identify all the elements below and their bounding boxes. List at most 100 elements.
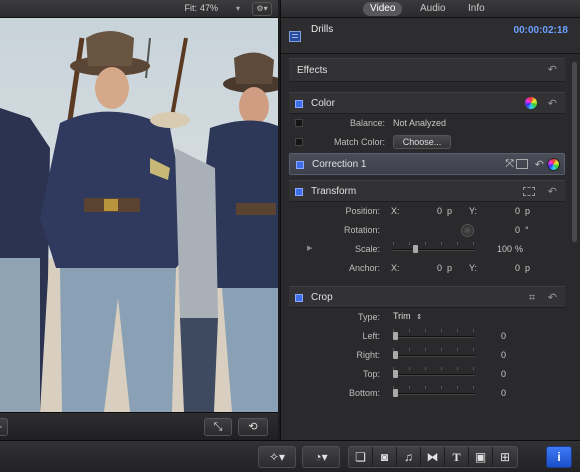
crop-bottom-ticks [393,386,475,389]
anchor-label: Anchor: [348,263,380,273]
crop-top-label: Top: [362,369,380,379]
fit-chevron-icon[interactable]: ▾ [236,4,240,13]
tab-video[interactable]: Video [363,2,403,16]
crop-top-ticks [393,367,475,370]
transform-onscreen-icon[interactable] [523,187,535,196]
magic-wand-icon[interactable]: ✧▾ [258,446,296,468]
disclosure-triangle-icon[interactable]: ▶ [307,244,312,252]
titles-icon[interactable]: T [445,447,469,467]
color-enable-checkbox[interactable] [295,100,303,108]
crop-enable-checkbox[interactable] [295,294,303,302]
balance-value: Not Analyzed [393,118,447,128]
color-label: Color [311,98,335,109]
reset-icon[interactable]: ↶ [548,291,557,304]
crop-bottom-thumb[interactable] [393,389,398,397]
video-image [0,18,278,412]
rotation-unit: ° [525,225,529,235]
crop-bottom-value[interactable]: 0 [501,388,506,398]
crop-left-row: Left: 0 [289,327,565,346]
position-x-label: X: [391,206,400,216]
browser-icon[interactable]: ❏ [349,447,373,467]
crop-left-value[interactable]: 0 [501,331,506,341]
transform-label: Transform [311,186,357,197]
effects-label: Effects [297,65,328,76]
position-row: Position: X: 0 p Y: 0 p [289,202,565,221]
crop-right-thumb[interactable] [393,351,398,359]
crop-top-thumb[interactable] [393,370,398,378]
scale-label: Scale: [354,244,380,254]
scale-slider[interactable] [393,245,475,253]
loop-playback-icon[interactable]: ⟲ [238,418,268,436]
position-y-label: Y: [469,206,478,216]
position-x-value[interactable]: 0 [437,206,442,216]
tab-audio[interactable]: Audio [413,2,453,16]
crop-left-slider[interactable] [393,332,475,340]
crop-top-slider[interactable] [393,370,475,378]
clip-name: Drills [311,24,334,35]
rotation-label: Rotation: [343,225,380,235]
anchor-row: Anchor: X: 0 p Y: 0 p [289,259,565,278]
scale-ticks [393,242,475,245]
position-y-value[interactable]: 0 [515,206,520,216]
rotation-value[interactable]: 0 [515,225,520,235]
retime-icon[interactable]: ◔▾ [302,446,340,468]
effects-section-header[interactable]: Effects ↶ [289,58,565,82]
anchor-x-value[interactable]: 0 [437,263,442,273]
transform-section-header[interactable]: Transform ↶ [289,180,565,202]
reset-icon[interactable]: ↶ [535,158,544,171]
fit-zoom-menu[interactable]: Fit: 47% [181,3,218,13]
tab-info[interactable]: Info [461,2,492,16]
match-color-checkbox[interactable] [295,138,303,146]
viewer-left-edge-button[interactable]: · [0,418,8,436]
crop-right-value[interactable]: 0 [501,350,506,360]
fit-value: 47% [199,3,218,13]
color-section-header[interactable]: Color ↶ [289,92,565,114]
reset-icon[interactable]: ↶ [548,97,557,110]
crop-right-slider[interactable] [393,351,475,359]
balance-checkbox[interactable] [295,119,303,127]
match-color-label: Match Color: [333,137,385,147]
viewer-top-bar: Fit: 47% ▾ ⚙▾ [0,0,278,18]
scale-value[interactable]: 100 [497,244,512,254]
reset-icon[interactable]: ↶ [548,63,557,76]
rotation-row: Rotation: 0 ° [289,221,565,240]
cursor-icon: ⤧ [505,158,514,170]
crop-bottom-label: Bottom: [348,388,380,398]
crop-right-ticks [393,348,475,351]
add-correction-icon[interactable] [525,97,537,109]
choose-button[interactable]: Choose... [393,135,451,149]
crop-top-value[interactable]: 0 [501,369,506,379]
crop-onscreen-icon[interactable]: ⌗ [529,292,535,305]
select-arrows-icon: ⇕ [416,314,423,321]
scale-slider-thumb[interactable] [413,245,418,253]
inspector-scrollbar[interactable] [572,62,577,242]
inspector-info-icon[interactable]: i [546,446,572,468]
transform-enable-checkbox[interactable] [295,188,303,196]
color-board-icon[interactable] [547,158,560,171]
crop-section-header[interactable]: Crop ⌗ ↶ [289,286,565,308]
inspector-clip-header: Drills 00:00:02:18 [281,18,580,54]
music-icon[interactable]: ♫ [397,447,421,467]
balance-label: Balance: [349,118,385,128]
correction-row[interactable]: Correction 1 ⤧ ↶ [289,153,565,175]
themes-icon[interactable]: ⊞ [493,447,517,467]
mask-icon[interactable] [516,159,528,169]
viewer-options-icon[interactable]: ⚙▾ [252,2,272,16]
crop-bottom-slider[interactable] [393,389,475,397]
clip-icon [289,31,301,42]
crop-type-select[interactable]: Trim ⇕ [393,311,422,321]
crop-bottom-row: Bottom: 0 [289,384,565,403]
transitions-icon[interactable]: ⧓ [421,447,445,467]
scale-row: ▶ Scale: 100 % [289,240,565,259]
reset-icon[interactable]: ↶ [548,185,557,198]
fullscreen-icon[interactable]: ⤡ [204,418,232,436]
fit-label: Fit: [184,3,197,13]
correction-enable-checkbox[interactable] [296,161,304,169]
anchor-y-value[interactable]: 0 [515,263,520,273]
crop-left-thumb[interactable] [393,332,398,340]
photos-icon[interactable]: ◙ [373,447,397,467]
position-label: Position: [345,206,380,216]
generators-icon[interactable]: ▣ [469,447,493,467]
rotation-dial[interactable] [461,224,474,237]
balance-row: Balance: Not Analyzed [289,114,565,133]
